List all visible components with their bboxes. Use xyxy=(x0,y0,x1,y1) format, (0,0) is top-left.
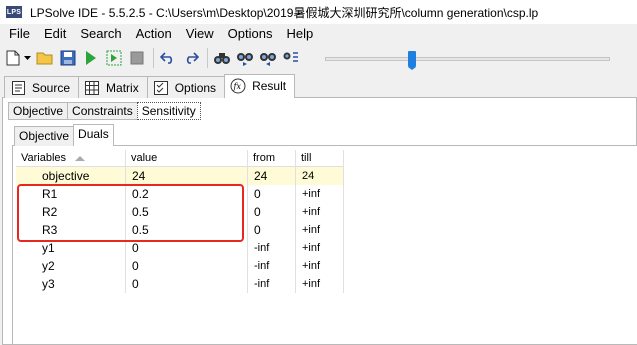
find-next-icon[interactable] xyxy=(236,49,254,67)
window-title: LPSolve IDE - 5.5.2.5 - C:\Users\m\Deskt… xyxy=(30,5,539,20)
run-icon[interactable] xyxy=(82,49,100,67)
column-header-variables-label: Variables xyxy=(21,152,67,164)
tab-result[interactable]: fx Result xyxy=(224,74,296,98)
tab-source-label: Source xyxy=(32,80,71,95)
tab-result-label: Result xyxy=(252,78,287,93)
cell-value: 0 xyxy=(126,257,248,275)
menu-view[interactable]: View xyxy=(179,24,221,44)
cell-from: 0 xyxy=(248,185,296,203)
svg-text:fx: fx xyxy=(233,82,242,91)
cell-till: +inf xyxy=(296,203,344,221)
cell-from: 0 xyxy=(248,203,296,221)
cell-from: -inf xyxy=(248,239,296,257)
stop-icon[interactable] xyxy=(128,49,146,67)
tab-options[interactable]: Options xyxy=(146,76,226,98)
menu-bar: File Edit Search Action View Options Hel… xyxy=(0,24,637,44)
tab-sensitivity-objective[interactable]: Objective xyxy=(14,126,75,146)
toolbar-separator xyxy=(153,48,154,68)
cell-till: +inf xyxy=(296,185,344,203)
replace-icon[interactable] xyxy=(282,49,300,67)
menu-view-label: View xyxy=(185,26,214,41)
cell-variable: objective xyxy=(16,167,126,185)
options-icon xyxy=(153,80,169,95)
save-icon[interactable] xyxy=(59,49,77,67)
toolbar xyxy=(0,44,637,72)
toolbar-separator xyxy=(207,48,208,68)
cell-from: -inf xyxy=(248,257,296,275)
cell-variable: y3 xyxy=(16,275,126,293)
find-previous-icon[interactable] xyxy=(259,49,277,67)
sensitivity-subtabs: Objective Duals xyxy=(14,124,114,146)
menu-search[interactable]: Search xyxy=(73,24,128,44)
menu-action[interactable]: Action xyxy=(129,24,179,44)
tab-matrix[interactable]: Matrix xyxy=(78,76,148,98)
highlight-annotation-box xyxy=(17,184,244,242)
redo-icon[interactable] xyxy=(182,49,200,67)
menu-help[interactable]: Help xyxy=(279,24,320,44)
tab-duals[interactable]: Duals xyxy=(73,124,114,146)
cell-from: 0 xyxy=(248,221,296,239)
tab-objective[interactable]: Objective xyxy=(8,102,69,120)
menu-options-label: Options xyxy=(227,26,273,41)
menu-file-label: File xyxy=(9,26,30,41)
table-row[interactable]: y3 0 -inf +inf xyxy=(16,275,344,293)
table-row[interactable]: objective 24 24 24 xyxy=(16,167,344,185)
table-row[interactable]: y2 0 -inf +inf xyxy=(16,257,344,275)
menu-action-label: Action xyxy=(135,26,172,41)
cell-value: 0 xyxy=(126,275,248,293)
column-header-from[interactable]: from xyxy=(248,150,296,166)
menu-edit-label: Edit xyxy=(43,26,67,41)
menu-edit[interactable]: Edit xyxy=(37,24,73,44)
zoom-slider[interactable] xyxy=(325,51,610,70)
cell-from: 24 xyxy=(248,167,296,185)
new-file-icon[interactable] xyxy=(4,49,22,67)
slider-track xyxy=(325,57,610,61)
step-icon[interactable] xyxy=(105,49,123,67)
table-header: Variables value from till xyxy=(16,150,344,167)
cell-value: 24 xyxy=(126,167,248,185)
column-header-variables[interactable]: Variables xyxy=(16,150,126,166)
cell-variable: y2 xyxy=(16,257,126,275)
tab-options-label: Options xyxy=(174,80,217,95)
menu-file[interactable]: File xyxy=(2,24,37,44)
cell-till: +inf xyxy=(296,239,344,257)
menu-options[interactable]: Options xyxy=(221,24,280,44)
cell-till: +inf xyxy=(296,257,344,275)
cell-till: +inf xyxy=(296,275,344,293)
open-folder-icon[interactable] xyxy=(36,49,54,67)
result-icon: fx xyxy=(230,78,246,93)
dropdown-arrow-icon[interactable] xyxy=(23,49,31,67)
sort-ascending-icon xyxy=(75,156,85,161)
find-icon[interactable] xyxy=(213,49,231,67)
menu-help-label: Help xyxy=(286,26,314,41)
result-subtabs: Objective Constraints Sensitivity xyxy=(8,102,201,120)
undo-icon[interactable] xyxy=(159,49,177,67)
tab-matrix-label: Matrix xyxy=(106,80,139,95)
title-bar: LPS LPSolve IDE - 5.5.2.5 - C:\Users\m\D… xyxy=(0,0,637,24)
source-icon xyxy=(10,80,26,95)
tab-sensitivity[interactable]: Sensitivity xyxy=(136,102,201,120)
lpsolve-app-icon: LPS xyxy=(6,6,22,18)
cell-till: 24 xyxy=(296,167,344,185)
cell-from: -inf xyxy=(248,275,296,293)
slider-thumb[interactable] xyxy=(408,51,416,70)
matrix-icon xyxy=(84,80,100,95)
column-header-value[interactable]: value xyxy=(126,150,248,166)
column-header-till[interactable]: till xyxy=(296,150,344,166)
menu-search-label: Search xyxy=(80,26,122,41)
main-tabs: Source Matrix Options fx Result xyxy=(4,74,296,98)
cell-till: +inf xyxy=(296,221,344,239)
tab-constraints[interactable]: Constraints xyxy=(67,102,138,120)
tab-source[interactable]: Source xyxy=(4,76,80,98)
